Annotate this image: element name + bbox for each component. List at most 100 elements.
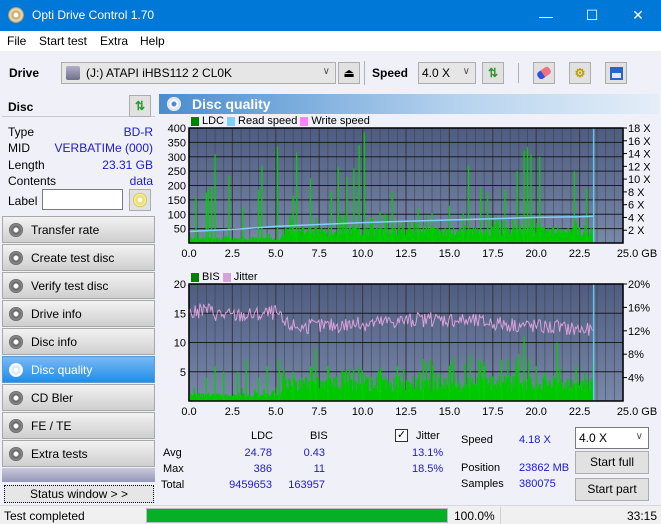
- test-speed-select[interactable]: 4.0 X ∨: [575, 427, 649, 449]
- save-button[interactable]: [605, 62, 627, 84]
- nav-label: FE / TE: [31, 419, 72, 433]
- x-tick-label: 10.0: [352, 406, 373, 418]
- menu-start-test[interactable]: Start test: [39, 34, 87, 48]
- start-full-button[interactable]: Start full: [575, 451, 649, 474]
- disc-contents-key: Contents: [8, 174, 57, 188]
- status-text: Test completed: [4, 509, 85, 523]
- disc-info-box: Disc ⇅ Type BD-R MID VERBATIMe (000) Lengt…: [2, 95, 155, 212]
- maximize-button[interactable]: ☐: [569, 0, 615, 31]
- x-tick-label: 15.0: [439, 248, 460, 260]
- chevron-down-icon: ∨: [462, 66, 470, 77]
- y-tick-label: 200: [168, 181, 186, 193]
- nav-verify-test-disc[interactable]: Verify test disc: [2, 272, 155, 299]
- nav-transfer-rate[interactable]: Transfer rate: [2, 216, 155, 243]
- panel-title: Disc quality: [192, 96, 271, 112]
- progress-percent: 100.0%: [454, 509, 495, 523]
- nav-create-test-disc[interactable]: Create test disc: [2, 244, 155, 271]
- jitter-checkbox[interactable]: ✓: [395, 429, 408, 442]
- y-tick-label: 50: [174, 224, 186, 236]
- chevron-down-icon: ∨: [635, 431, 643, 442]
- x-tick-label: 15.0: [439, 406, 460, 418]
- x-tick-label: 5.0: [268, 248, 283, 260]
- disc-test-icon: [9, 307, 23, 321]
- disc-quality-panel: Disc quality LDC Read speed Write speed …: [158, 93, 661, 505]
- nav-label: Verify test disc: [31, 279, 109, 293]
- status-bar: Test completed 100.0% 33:15: [0, 505, 661, 524]
- x-tick-label: 12.5: [395, 406, 416, 418]
- y-tick-label: 150: [168, 195, 186, 207]
- stats-max-label: Max: [163, 463, 184, 475]
- disc-label-button[interactable]: [129, 189, 151, 211]
- left-panel: Disc ⇅ Type BD-R MID VERBATIMe (000) Lengt…: [0, 93, 157, 505]
- nav-label: Disc info: [31, 335, 78, 349]
- status-window-button[interactable]: Status window > >: [4, 485, 154, 503]
- minimize-button[interactable]: —: [523, 0, 569, 31]
- menu-extra[interactable]: Extra: [100, 34, 128, 48]
- stats-col-ldc: LDC: [251, 430, 274, 442]
- stats-total-bis: 163957: [288, 479, 325, 491]
- x-tick-label: 0.0: [181, 248, 196, 260]
- stats-avg-jitter: 13.1%: [412, 447, 444, 459]
- x-tick-label: 17.5: [482, 248, 503, 260]
- bis-jitter-chart: 5 10 15 20 4% 8% 12% 16% 20% 0.0 2.5 5.0 7.5 10.0 12.5…: [174, 279, 657, 418]
- disc-mid-value: VERBATIMe (000): [54, 141, 153, 155]
- disc-label-input[interactable]: [42, 189, 123, 210]
- menu-file[interactable]: File: [7, 34, 26, 48]
- eraser-icon: [535, 65, 553, 81]
- disc-header-title: Disc: [8, 100, 34, 114]
- y2-tick-label: 20%: [628, 279, 650, 291]
- speed-label: Speed: [372, 66, 409, 80]
- y-tick-label: 250: [168, 166, 186, 178]
- settings-button[interactable]: ⚙: [569, 62, 591, 84]
- menu-help[interactable]: Help: [140, 34, 165, 48]
- nav-disc-quality[interactable]: Disc quality: [2, 356, 155, 383]
- y2-tick-label: 12 X: [628, 161, 651, 173]
- drive-select[interactable]: (J:) ATAPI iHBS112 2 CL0K ∨: [61, 62, 336, 84]
- disc-label-key: Label: [8, 194, 38, 208]
- y2-tick-label: 16%: [628, 302, 650, 314]
- disc-refresh-button[interactable]: ⇅: [129, 95, 151, 117]
- nav-cd-bler[interactable]: CD Bler: [2, 384, 155, 411]
- position-label: Position: [461, 462, 501, 474]
- disc-test-icon: [9, 335, 23, 349]
- disc-test-icon: [9, 363, 23, 377]
- nav-extra-tests[interactable]: Extra tests: [2, 440, 155, 467]
- x-tick-label: 10.0: [352, 248, 373, 260]
- refresh-button[interactable]: ⇅: [482, 62, 504, 84]
- y2-tick-label: 4 X: [628, 212, 645, 224]
- y2-tick-label: 2 X: [628, 225, 645, 237]
- disc-type-key: Type: [8, 125, 35, 139]
- disc-length-row: Length 23.31 GB: [8, 158, 153, 174]
- progress-bar-fill: [147, 509, 447, 522]
- speed-select[interactable]: 4.0 X ∨: [418, 62, 476, 84]
- start-part-button[interactable]: Start part: [575, 478, 649, 501]
- y2-tick-label: 4%: [628, 373, 644, 385]
- speed-select-value: 4.0 X: [422, 66, 451, 80]
- disc-contents-row: Contents data: [8, 174, 153, 190]
- nav-disc-info[interactable]: Disc info: [2, 328, 155, 355]
- stats-total-ldc: 9459653: [229, 479, 272, 491]
- menu-bar: File Start test Extra Help: [0, 31, 661, 51]
- nav-fe-te[interactable]: FE / TE: [2, 412, 155, 439]
- x-tick-label: 12.5: [395, 248, 416, 260]
- nav-drive-info[interactable]: Drive info: [2, 300, 155, 327]
- jitter-checkbox-label: Jitter: [416, 430, 440, 442]
- test-speed-select-value: 4.0 X: [579, 431, 608, 445]
- y-tick-label: 10: [174, 338, 186, 350]
- nav-label: CD Bler: [31, 391, 74, 405]
- stats-avg-bis: 0.43: [303, 447, 325, 459]
- x-tick-label: 25.0 GB: [617, 248, 657, 260]
- window-title: Opti Drive Control 1.70: [32, 8, 155, 22]
- disc-test-icon: [9, 279, 23, 293]
- disc-length-value: 23.31 GB: [102, 158, 153, 172]
- erase-button[interactable]: [533, 62, 555, 84]
- position-value: 23862 MB: [519, 462, 570, 474]
- disc-test-icon: [9, 391, 23, 405]
- stats-max-jitter: 18.5%: [412, 463, 444, 475]
- nav-label: Extra tests: [31, 447, 88, 461]
- y-tick-label: 400: [168, 123, 186, 135]
- eject-button[interactable]: ⏏: [338, 62, 360, 84]
- close-button[interactable]: ✕: [615, 0, 661, 31]
- title-bar: Opti Drive Control 1.70 — ☐ ✕: [0, 0, 661, 31]
- drive-icon: [66, 66, 80, 80]
